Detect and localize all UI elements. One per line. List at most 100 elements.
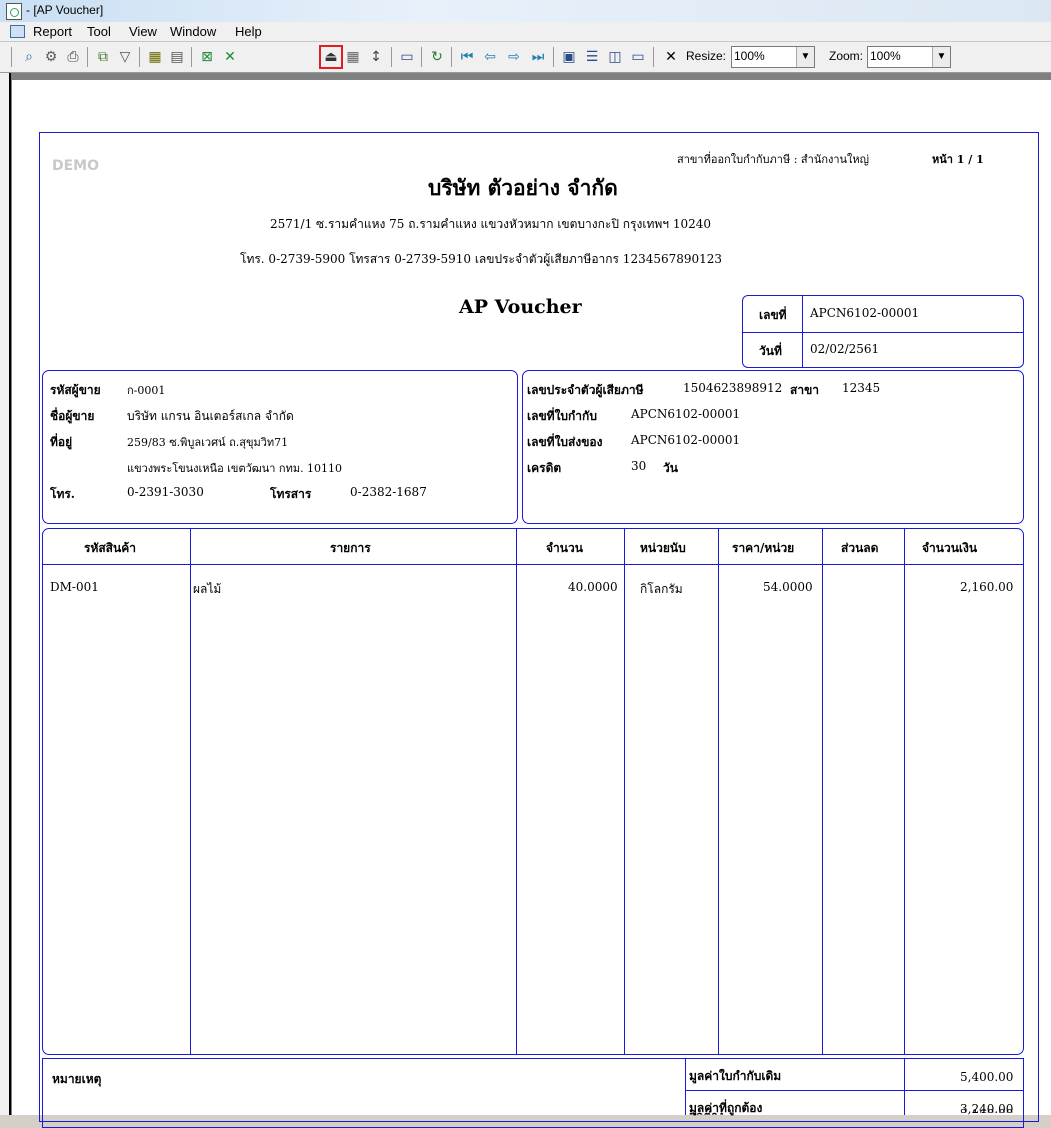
column-divider [904, 528, 905, 1055]
company-name: บริษัท ตัวอย่าง จำกัด [428, 175, 618, 200]
vendor-code: ก-0001 [127, 384, 166, 397]
vendor-name: บริษัท แกรน อินเตอร์สเกล จำกัด [127, 409, 294, 423]
resize-label: Resize: [686, 49, 727, 63]
column-header-code: รหัสสินค้า [84, 541, 136, 555]
multi-page-icon[interactable]: ▣ [560, 48, 578, 66]
refresh-icon[interactable]: ↻ [428, 48, 446, 66]
row-unit: กิโลกรัม [640, 582, 683, 596]
doc-number: APCN6102-00001 [810, 306, 920, 320]
menu-bar: Report Tool View Window Help [0, 22, 1051, 42]
menu-tool[interactable]: Tool [87, 24, 111, 39]
vendor-code-label: รหัสผู้ขาย [50, 383, 101, 397]
column-header-quantity: จำนวน [546, 541, 583, 555]
column-header-description: รายการ [330, 541, 371, 555]
excel-icon[interactable]: ✕ [221, 48, 239, 66]
separator [421, 47, 422, 67]
document-title: AP Voucher [459, 296, 582, 318]
close-icon[interactable]: ✕ [662, 48, 680, 66]
row-unit-price: 54.0000 [763, 580, 813, 594]
separator [451, 47, 452, 67]
vendor-address-line1: 259/83 ซ.พิบูลเวศน์ ถ.สุขุมวิท71 [127, 436, 289, 449]
column-header-unit-price: ราคา/หน่วย [732, 541, 795, 555]
next-page-icon[interactable]: ⇨ [505, 48, 523, 66]
vendor-fax-label: โทรสาร [270, 487, 312, 501]
open-form-icon[interactable]: ▤ [168, 48, 186, 66]
column-header-discount: ส่วนลด [841, 541, 879, 555]
whole-page-icon[interactable]: ▭ [629, 48, 647, 66]
vendor-address-line2: แขวงพระโขนงเหนือ เขตวัฒนา กทม. 10110 [127, 462, 343, 475]
export-icon[interactable]: ⏏ [319, 45, 343, 69]
menu-report[interactable]: Report [33, 24, 72, 39]
menu-help[interactable]: Help [235, 24, 262, 39]
separator [553, 47, 554, 67]
vendor-address-label: ที่อยู่ [50, 435, 73, 449]
doc-number-label: เลขที่ [759, 308, 787, 322]
doc-date-label: วันที่ [759, 344, 782, 358]
menu-view[interactable]: View [129, 24, 157, 39]
credit-days: 30 [631, 459, 647, 473]
title-bar: - [AP Voucher] [0, 0, 1051, 23]
report-page: DEMO สาขาที่ออกใบกำกับภาษี : สำนักงานใหญ… [12, 80, 1051, 1128]
row-amount: 2,160.00 [960, 580, 1014, 594]
copy-icon[interactable]: ⧉ [94, 48, 112, 66]
last-page-icon[interactable]: ⏭ [529, 48, 547, 66]
vendor-fax: 0-2382-1687 [350, 485, 427, 499]
total-value-original: 5,400.00 [960, 1070, 1014, 1084]
first-page-icon[interactable]: ⏮ [458, 48, 476, 66]
resize-value: 100% [734, 49, 765, 63]
column-divider [822, 528, 823, 1055]
row-description: ผลไม้ [193, 582, 222, 596]
zoom-label: Zoom: [829, 49, 864, 63]
print-setup-icon[interactable]: ⚙ [42, 48, 60, 66]
chevron-down-icon[interactable]: ▼ [796, 47, 814, 67]
preview-icon[interactable]: ⌕ [20, 48, 38, 66]
zoom-select[interactable]: 100% ▼ [867, 46, 951, 68]
vendor-name-label: ชื่อผู้ขาย [50, 409, 95, 423]
column-header-unit: หน่วยนับ [640, 541, 686, 555]
taxid: 1504623898912 [683, 381, 783, 395]
zoom-value: 100% [870, 49, 901, 63]
credit-label: เครดิต [527, 461, 562, 475]
company-address: 2571/1 ซ.รามคำแหง 75 ถ.รามคำแหง แขวงหัวห… [270, 217, 712, 231]
tax-branch-label: สาขา [790, 383, 820, 397]
chevron-down-icon[interactable]: ▼ [932, 47, 950, 67]
two-pages-icon[interactable]: ◫ [606, 48, 624, 66]
report-preview-icon [6, 3, 22, 20]
demo-watermark: DEMO [52, 158, 100, 174]
toolbar-grip [11, 47, 12, 67]
doc-date: 02/02/2561 [810, 342, 880, 356]
total-label-original: มูลค่าใบกำกับเดิม [689, 1069, 782, 1083]
design-icon[interactable]: ▦ [146, 48, 164, 66]
column-header-amount: จำนวนเงิน [922, 541, 978, 555]
previous-page-icon[interactable]: ⇦ [481, 48, 499, 66]
excel-export-icon[interactable]: ⊠ [198, 48, 216, 66]
column-divider [718, 528, 719, 1055]
invoice-number: APCN6102-00001 [631, 407, 741, 421]
document-menu-icon[interactable] [10, 25, 25, 38]
totals-box [42, 1058, 1024, 1128]
column-divider [190, 528, 191, 1055]
resize-select[interactable]: 100% ▼ [731, 46, 815, 68]
separator [653, 47, 654, 67]
company-contact: โทร. 0-2739-5900 โทรสาร 0-2739-5910 เลขป… [240, 252, 723, 266]
window-title: - [AP Voucher] [26, 3, 104, 17]
grid-icon[interactable]: ▦ [344, 48, 362, 66]
print-icon[interactable]: ⎙ [64, 48, 82, 66]
separator [139, 47, 140, 67]
divider [685, 1090, 1024, 1091]
divider [742, 332, 1024, 333]
separator [191, 47, 192, 67]
fit-height-icon[interactable]: ↕ [367, 48, 385, 66]
column-divider [516, 528, 517, 1055]
filter-icon[interactable]: ▽ [116, 48, 134, 66]
calculator-icon[interactable]: ▭ [398, 48, 416, 66]
remark-label: หมายเหตุ [52, 1072, 102, 1086]
vendor-tel: 0-2391-3030 [127, 485, 204, 499]
menu-window[interactable]: Window [170, 24, 216, 39]
separator [87, 47, 88, 67]
invoice-label: เลขที่ใบกำกับ [527, 409, 597, 423]
page-width-icon[interactable]: ☰ [583, 48, 601, 66]
page-number: หน้า 1 / 1 [932, 153, 984, 166]
row-code: DM-001 [50, 580, 99, 594]
separator [391, 47, 392, 67]
